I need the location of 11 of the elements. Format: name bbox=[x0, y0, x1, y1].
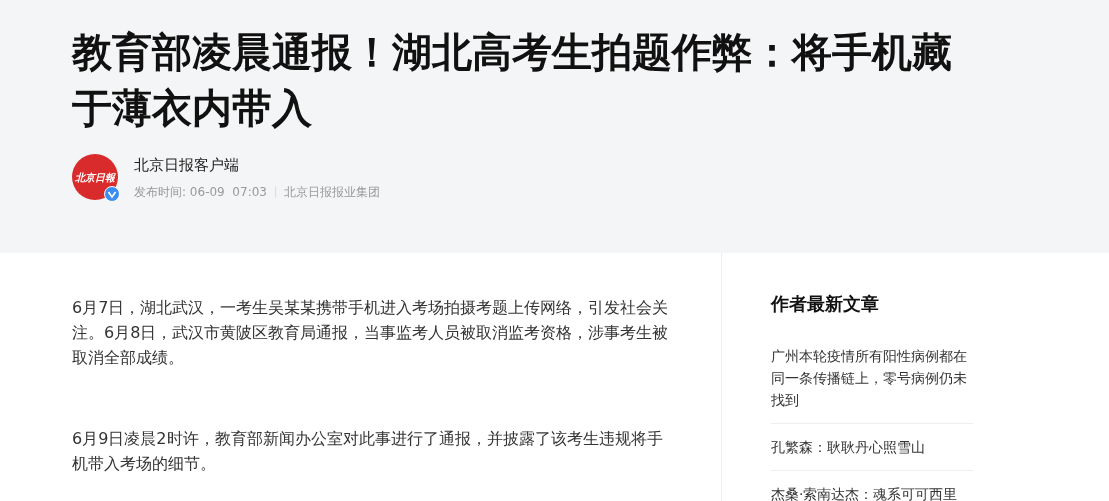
avatar-logo: 北京日報 bbox=[72, 154, 118, 201]
publish-time: 发布时间: 06-09 07:03 bbox=[134, 183, 267, 201]
article-link[interactable]: 杰桑·索南达杰：魂系可可西里 bbox=[771, 483, 973, 501]
sidebar-heading: 作者最新文章 bbox=[771, 292, 880, 316]
article-title: 教育部凌晨通报！湖北高考生拍题作弊：将手机藏于薄衣内带入 bbox=[72, 28, 953, 133]
organization-name: 北京日报报业集团 bbox=[283, 183, 380, 201]
article-link[interactable]: 广州本轮疫情所有阳性病例都在同一条传播链上，零号病例仍未找到 bbox=[771, 345, 973, 411]
article-paragraph: 6月9日凌晨2时许，教育部新闻办公室对此事进行了通报，并披露了该考生违规将手机带入考场的细节。 bbox=[72, 428, 664, 475]
article-paragraph: 6月7日，湖北武汉，一考生吴某某携带手机进入考场拍摄考题上传网络，引发社会关注。6月8日，武汉市黄陂区教育局通报，当事监考人员被取消监考资格，涉事考生被取消全部成绩。 bbox=[72, 297, 670, 369]
author-name[interactable]: 北京日报客户端 bbox=[134, 154, 380, 177]
article-link[interactable]: 孔繁森：耿耿丹心照雪山 bbox=[771, 436, 973, 458]
